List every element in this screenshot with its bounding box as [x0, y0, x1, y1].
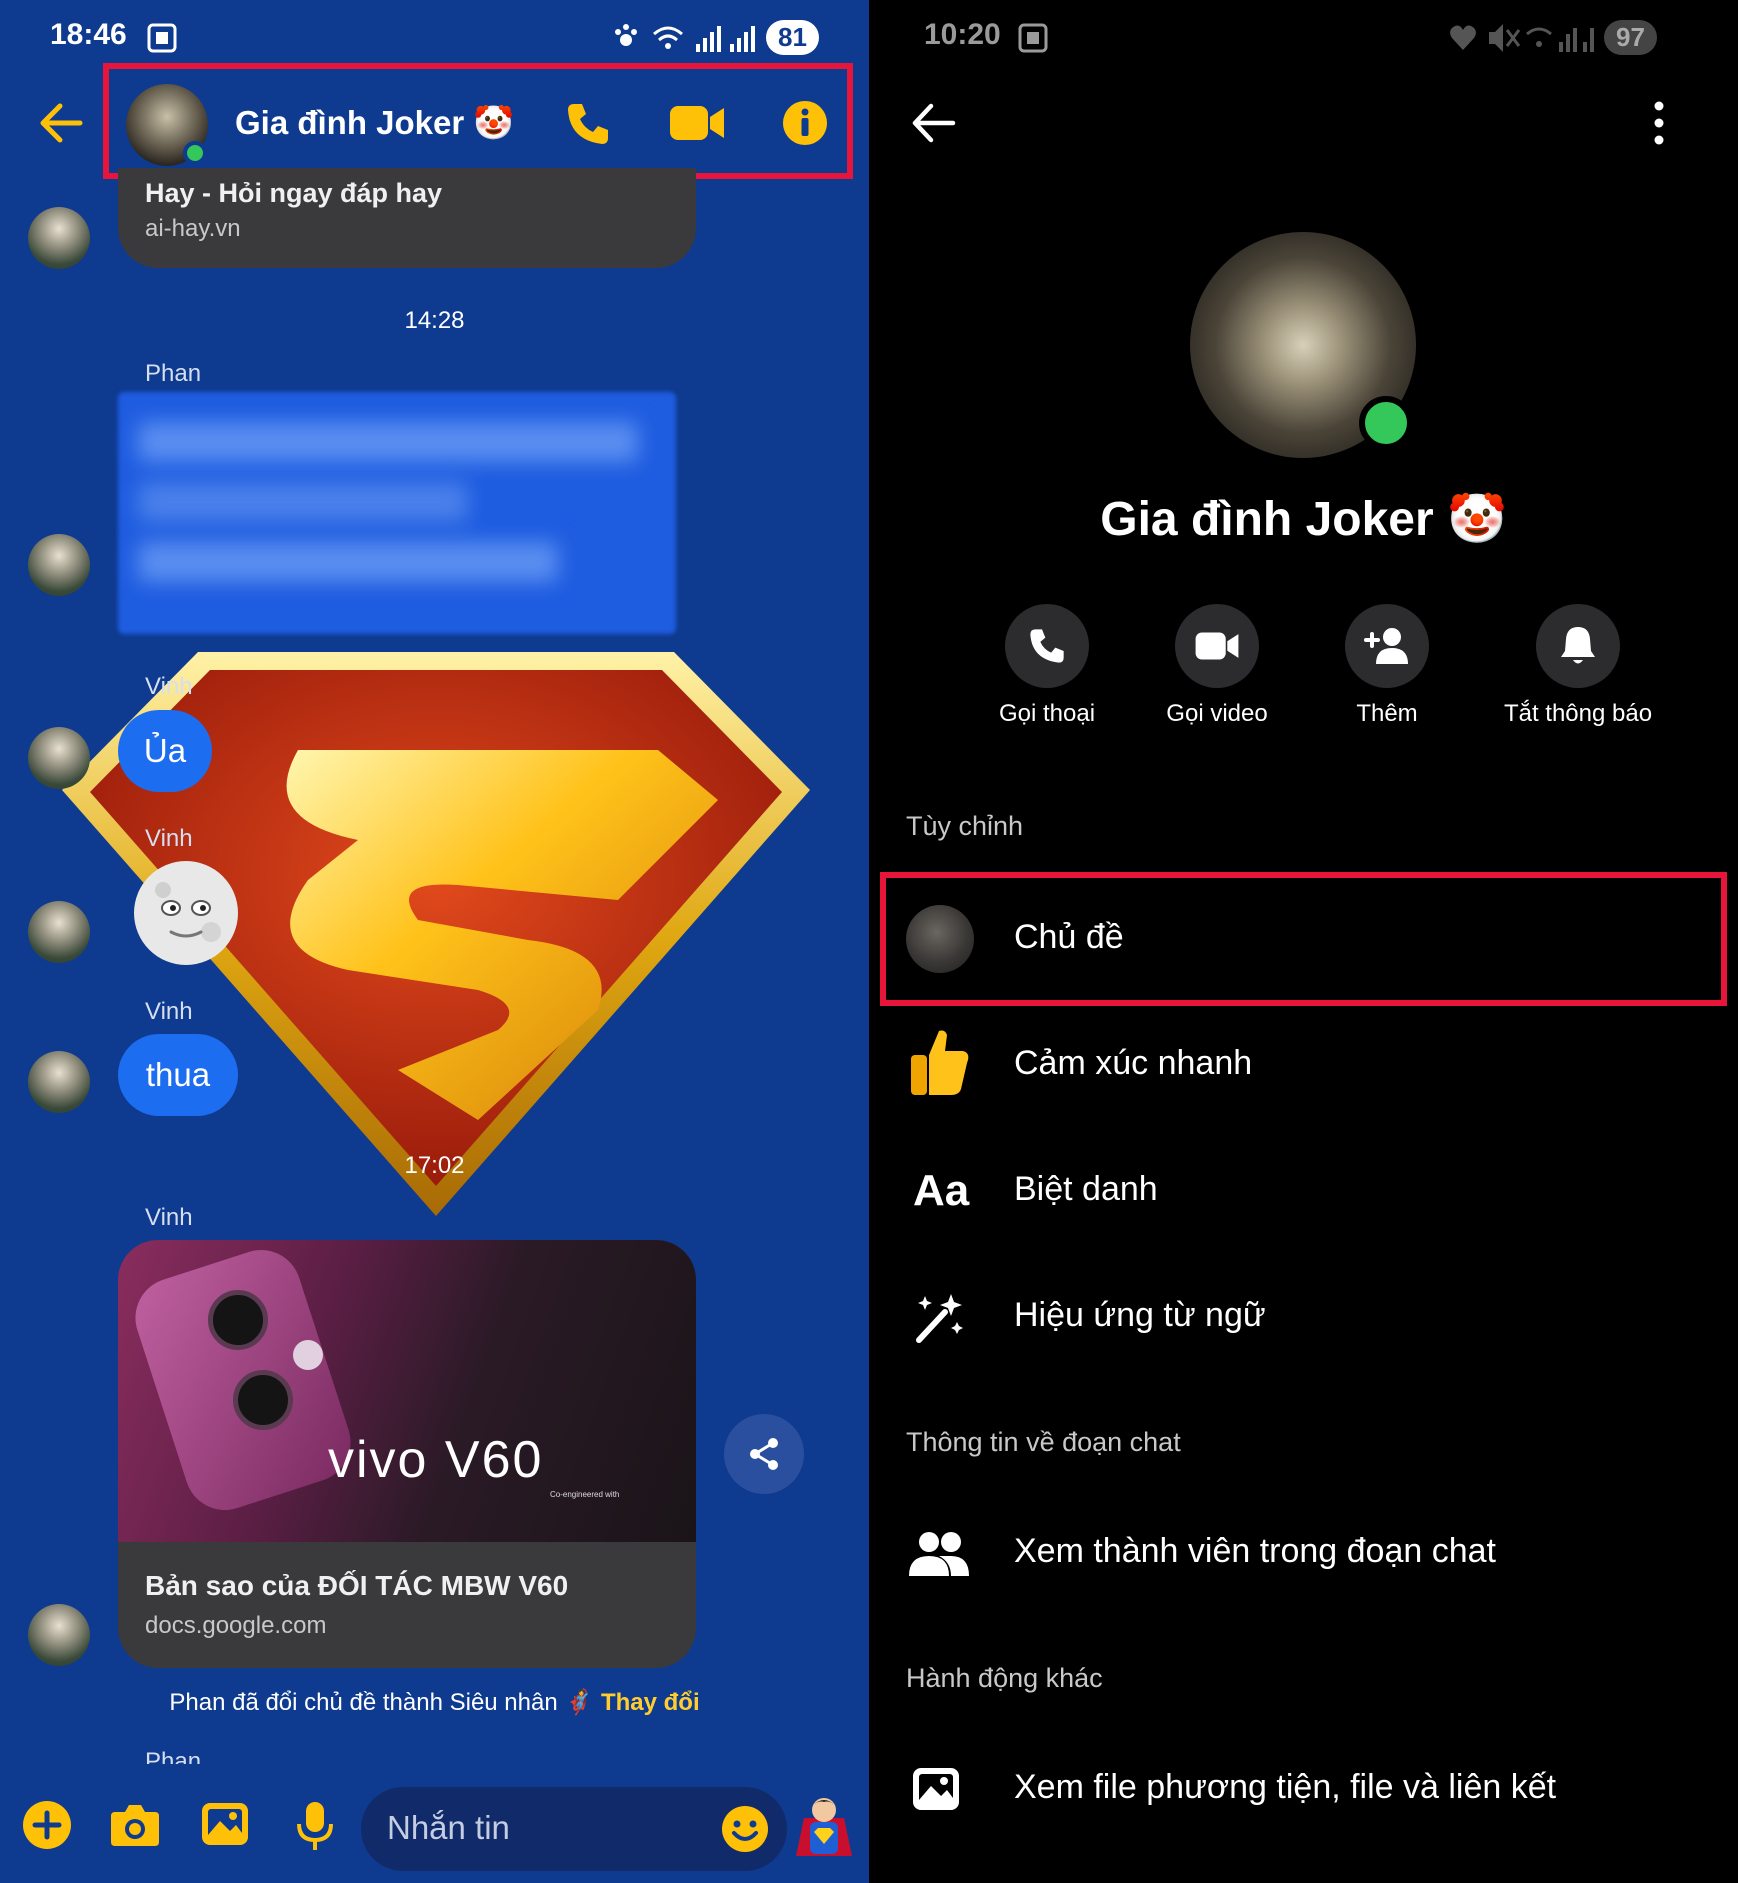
back-arrow-icon[interactable] [38, 100, 84, 146]
action-mute-label: Tắt thông báo [1503, 700, 1653, 727]
timestamp: 14:28 [404, 307, 465, 334]
system-notice: Phan đã đổi chủ đề thành Siêu nhân 🦸 Tha… [0, 1688, 869, 1717]
share-button[interactable] [724, 1414, 804, 1494]
plus-icon[interactable] [22, 1800, 72, 1850]
timestamp: 17:02 [404, 1152, 465, 1179]
microphone-icon[interactable] [295, 1800, 335, 1852]
action-video-circle [1175, 604, 1259, 688]
superman-reaction-icon[interactable] [796, 1796, 852, 1856]
avatar[interactable] [28, 727, 90, 789]
more-options-icon[interactable] [1649, 100, 1669, 146]
section-heading-customize: Tùy chỉnh [906, 811, 1024, 841]
sender-name: Vinh [145, 1204, 193, 1231]
screenshot-icon [1018, 23, 1048, 53]
online-indicator [183, 141, 207, 165]
row-media[interactable]: Xem file phương tiện, file và liên kết [889, 1736, 1719, 1846]
media-files-icon [913, 1768, 959, 1810]
message-bubble[interactable]: Ủa [118, 710, 212, 792]
video-icon [1195, 632, 1239, 660]
message-bubble[interactable]: thua [118, 1034, 238, 1116]
link-card-domain: ai-hay.vn [145, 215, 241, 242]
row-media-label: Xem file phương tiện, file và liên kết [1014, 1768, 1557, 1806]
emoji-icon[interactable] [721, 1805, 769, 1853]
row-members[interactable]: Xem thành viên trong đoạn chat [889, 1500, 1719, 1610]
row-members-label: Xem thành viên trong đoạn chat [1014, 1532, 1496, 1570]
video-call-icon[interactable] [668, 102, 726, 144]
link-card-title: Hay - Hỏi ngay đáp hay [145, 178, 443, 208]
moon-face-sticker[interactable] [133, 860, 239, 966]
thumbs-up-icon [911, 1030, 969, 1095]
row-quick-reaction[interactable]: Cảm xúc nhanh [889, 1012, 1719, 1122]
action-call[interactable]: Gọi thoại [967, 604, 1127, 734]
row-theme[interactable]: Chủ đề [889, 880, 1719, 998]
profile-name: Gia đình Joker 🤡 [1100, 493, 1507, 546]
status-time: 18:46 [50, 18, 127, 51]
change-theme-link[interactable]: Thay đổi [601, 1689, 700, 1716]
sender-name: Phan [145, 1748, 202, 1764]
blurred-message[interactable] [118, 392, 676, 634]
magic-wand-icon [916, 1294, 963, 1343]
vivo-brand-sub: Co-engineered with [550, 1490, 620, 1499]
add-person-icon [1364, 628, 1408, 664]
nickname-aa-icon: Aa [913, 1166, 970, 1215]
avatar[interactable] [28, 1604, 90, 1666]
screenshot-icon [147, 23, 177, 53]
vivo-brand-text: vivo V60 [328, 1431, 544, 1489]
row-nickname[interactable]: Aa Biệt danh [889, 1138, 1719, 1248]
row-nickname-label: Biệt danh [1014, 1170, 1158, 1208]
sender-name: Vinh [145, 998, 193, 1025]
share-icon [750, 1438, 778, 1470]
message-input[interactable]: Nhắn tin [361, 1787, 787, 1871]
action-call-label: Gọi thoại [998, 700, 1096, 727]
action-mute-circle [1536, 604, 1620, 688]
link-card-title: Bản sao của ĐỐI TÁC MBW V60 [145, 1570, 569, 1601]
sender-name: Vinh [145, 673, 193, 700]
members-icon [909, 1532, 969, 1576]
back-arrow-icon[interactable] [911, 102, 957, 144]
phone-call-icon[interactable] [564, 100, 612, 148]
row-word-effects-label: Hiệu ứng từ ngữ [1014, 1296, 1266, 1334]
action-call-circle [1005, 604, 1089, 688]
sender-name: Vinh [145, 825, 193, 852]
avatar[interactable] [28, 534, 90, 596]
row-word-effects[interactable]: Hiệu ứng từ ngữ [889, 1264, 1719, 1374]
link-card-domain: docs.google.com [145, 1612, 327, 1639]
status-icons [1450, 24, 1594, 52]
status-icons [615, 24, 755, 52]
camera-icon[interactable] [109, 1802, 161, 1848]
battery-badge: 81 [766, 20, 819, 55]
bell-icon [1561, 627, 1595, 664]
link-card-vivo[interactable]: vivo V60 Co-engineered with Bản sao của … [118, 1240, 696, 1668]
link-card-aihay[interactable]: Hay - Hỏi ngay đáp hay ai-hay.vn [118, 168, 696, 268]
sender-name: Phan [145, 360, 202, 387]
action-video[interactable]: Gọi video [1137, 604, 1297, 734]
system-notice-text: Phan đã đổi chủ đề thành Siêu nhân [169, 1689, 558, 1716]
status-time: 10:20 [924, 18, 1001, 51]
phone-icon [1030, 629, 1064, 663]
avatar[interactable] [28, 1051, 90, 1113]
chat-info-screen: 10:20 97 Gia đình Joker 🤡 Gọi thoại Gọi … [869, 0, 1738, 1883]
message-input-placeholder: Nhắn tin [387, 1809, 510, 1846]
action-add-circle [1345, 604, 1429, 688]
avatar[interactable] [28, 901, 90, 963]
battery-badge: 97 [1604, 20, 1657, 55]
avatar[interactable] [28, 207, 90, 269]
action-add-label: Thêm [1356, 700, 1418, 727]
chat-screen: 18:46 81 Gia đình Joker 🤡 Hay - Hỏi ngay… [0, 0, 869, 1883]
superhero-emoji-icon: 🦸 [564, 1689, 595, 1716]
section-heading-chat-info: Thông tin về đoạn chat [906, 1427, 1181, 1457]
action-video-label: Gọi video [1166, 700, 1268, 727]
chat-title[interactable]: Gia đình Joker 🤡 [235, 104, 515, 143]
vivo-phone-image: vivo V60 Co-engineered with [118, 1240, 696, 1542]
theme-preview-icon [906, 905, 974, 973]
action-add[interactable]: Thêm [1307, 604, 1467, 734]
section-heading-other-actions: Hành động khác [906, 1663, 1103, 1693]
row-quick-reaction-label: Cảm xúc nhanh [1014, 1044, 1253, 1082]
row-theme-label: Chủ đề [1014, 918, 1124, 956]
info-icon[interactable] [782, 100, 828, 146]
gallery-icon[interactable] [200, 1801, 250, 1847]
action-mute[interactable]: Tắt thông báo [1465, 604, 1691, 734]
online-indicator [1359, 396, 1413, 450]
